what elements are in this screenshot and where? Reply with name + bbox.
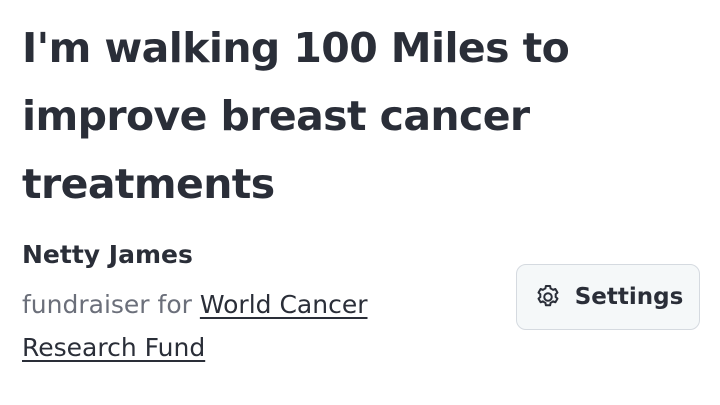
fundraiser-name: Netty James: [22, 240, 193, 269]
fundraiser-info: fundraiser for World Cancer Research Fun…: [22, 283, 442, 369]
fundraiser-role-text: fundraiser for: [22, 290, 192, 319]
settings-button[interactable]: Settings: [516, 264, 700, 330]
page-title: I'm walking 100 Miles to improve breast …: [22, 24, 570, 208]
settings-button-label: Settings: [574, 284, 684, 310]
gear-icon: [533, 282, 563, 312]
